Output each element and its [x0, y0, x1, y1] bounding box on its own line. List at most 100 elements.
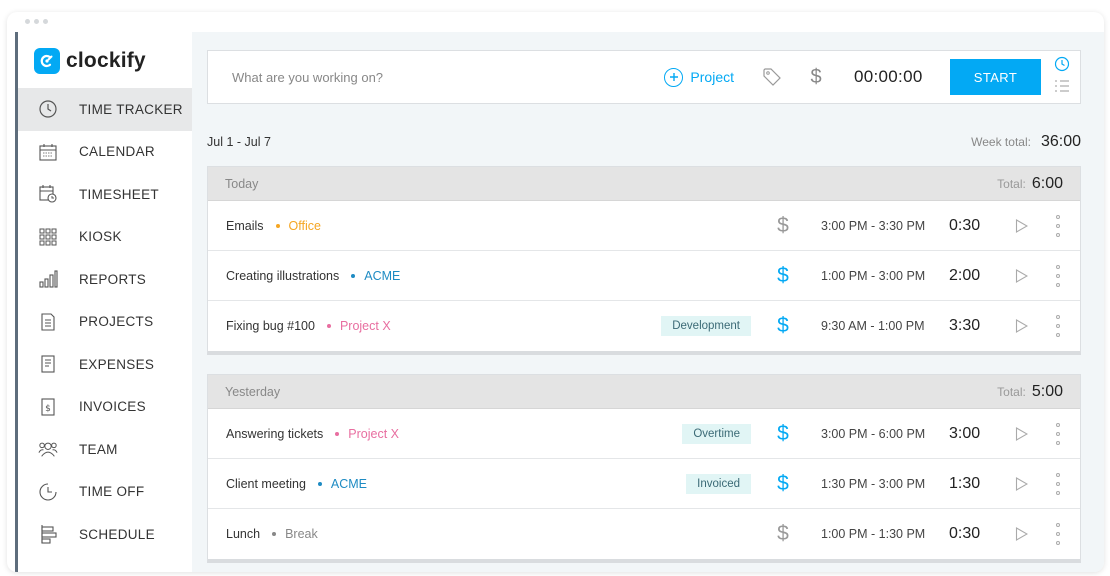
more-options-icon[interactable]: [1053, 523, 1063, 545]
entry-time-range[interactable]: 1:00 PM - 3:00 PM: [821, 269, 925, 283]
more-options-icon[interactable]: [1053, 422, 1063, 445]
entry-project[interactable]: Break: [272, 527, 318, 541]
window-dot[interactable]: [34, 19, 39, 24]
sidebar-item-projects[interactable]: PROJECTS: [18, 301, 192, 344]
sidebar-item-label: SCHEDULE: [79, 526, 155, 542]
billable-dollar-icon[interactable]: $: [775, 472, 791, 496]
more-options-icon[interactable]: [1053, 264, 1063, 287]
sidebar-item-time-off[interactable]: TIME OFF: [18, 471, 192, 514]
day-total: Total: 5:00: [997, 383, 1063, 401]
start-button[interactable]: START: [950, 59, 1041, 95]
entry-project[interactable]: Project X: [326, 319, 391, 333]
entry-project[interactable]: ACME: [351, 269, 400, 283]
continue-play-icon[interactable]: [1014, 476, 1028, 491]
time-entry-row[interactable]: Answering tickets Project X Overtime $ 3…: [208, 409, 1080, 459]
entry-description[interactable]: Client meeting: [226, 477, 306, 491]
tag-icon[interactable]: [760, 65, 784, 89]
continue-play-icon[interactable]: [1014, 268, 1028, 283]
sidebar-item-schedule[interactable]: SCHEDULE: [18, 513, 192, 556]
app-name: clockify: [66, 49, 146, 72]
day-group-today: Today Total: 6:00 Emails Office $ 3:00 P…: [207, 166, 1081, 355]
billable-dollar-icon[interactable]: $: [775, 264, 791, 288]
billable-dollar-icon[interactable]: $: [775, 214, 791, 238]
entry-description[interactable]: Answering tickets: [226, 427, 323, 441]
entry-description[interactable]: Lunch: [226, 527, 260, 541]
description-input[interactable]: [208, 51, 665, 103]
entry-time-range[interactable]: 1:30 PM - 3:00 PM: [821, 477, 925, 491]
project-name: ACME: [364, 268, 401, 283]
bar-chart-icon: [38, 269, 58, 289]
time-entry-row[interactable]: Fixing bug #100 Project X Development $ …: [208, 301, 1080, 351]
project-color-dot: [275, 223, 280, 228]
sidebar-item-time-tracker[interactable]: TIME TRACKER: [18, 88, 192, 131]
day-total: Total: 6:00: [997, 175, 1063, 193]
team-icon: [38, 439, 58, 459]
clock-icon: [38, 99, 58, 119]
entry-description[interactable]: Creating illustrations: [226, 269, 339, 283]
sidebar-item-calendar[interactable]: CALENDAR: [18, 131, 192, 174]
day-label: Yesterday: [225, 384, 281, 399]
continue-play-icon[interactable]: [1014, 218, 1028, 233]
billable-dollar-icon[interactable]: $: [804, 65, 828, 89]
sidebar-item-label: INVOICES: [79, 399, 146, 415]
project-name: Office: [288, 218, 321, 233]
logo[interactable]: clockify: [34, 48, 146, 74]
entry-duration[interactable]: 0:30: [949, 525, 980, 543]
tag-badge[interactable]: Invoiced: [686, 473, 751, 494]
sidebar-item-kiosk[interactable]: KIOSK: [18, 216, 192, 259]
time-entry-row[interactable]: Client meeting ACME Invoiced $ 1:30 PM -…: [208, 459, 1080, 509]
timesheet-icon: [38, 184, 58, 204]
billable-dollar-icon[interactable]: $: [775, 422, 791, 446]
project-picker-button[interactable]: Project: [664, 67, 734, 87]
document-icon: [38, 312, 58, 332]
more-options-icon[interactable]: [1053, 214, 1063, 237]
window-dot[interactable]: [25, 19, 30, 24]
entry-duration[interactable]: 2:00: [949, 267, 980, 285]
sidebar-item-label: TIMESHEET: [79, 186, 159, 202]
continue-play-icon[interactable]: [1014, 527, 1028, 541]
week-total: Week total: 36:00: [971, 133, 1081, 151]
entry-time-range[interactable]: 1:00 PM - 1:30 PM: [821, 527, 925, 541]
billable-dollar-icon[interactable]: $: [775, 522, 791, 546]
day-header: Yesterday Total: 5:00: [208, 375, 1080, 409]
sidebar-item-invoices[interactable]: $ INVOICES: [18, 386, 192, 429]
entry-time-range[interactable]: 3:00 PM - 6:00 PM: [821, 427, 925, 441]
entry-duration[interactable]: 3:00: [949, 425, 980, 443]
entry-duration[interactable]: 0:30: [949, 217, 980, 235]
clockify-logo-icon: [34, 48, 60, 74]
entry-duration[interactable]: 3:30: [949, 317, 980, 335]
entry-duration[interactable]: 1:30: [949, 475, 980, 493]
sidebar-item-label: CALENDAR: [79, 144, 155, 160]
time-tracker-bar: Project $ 00:00:00 START: [207, 50, 1081, 104]
sidebar-item-expenses[interactable]: EXPENSES: [18, 343, 192, 386]
project-name: Break: [285, 527, 318, 541]
more-options-icon[interactable]: [1053, 472, 1063, 495]
continue-play-icon[interactable]: [1014, 319, 1028, 333]
entry-description[interactable]: Fixing bug #100: [226, 319, 315, 333]
sidebar-item-timesheet[interactable]: TIMESHEET: [18, 173, 192, 216]
entry-time-range[interactable]: 3:00 PM - 3:30 PM: [821, 219, 925, 233]
time-entry-row[interactable]: Lunch Break $ 1:00 PM - 1:30 PM 0:30: [208, 509, 1080, 559]
tag-badge[interactable]: Development: [661, 316, 751, 336]
continue-play-icon[interactable]: [1014, 426, 1028, 441]
sidebar-item-reports[interactable]: REPORTS: [18, 258, 192, 301]
timer-display: 00:00:00: [854, 67, 923, 86]
window-dot[interactable]: [43, 19, 48, 24]
sidebar-item-team[interactable]: TEAM: [18, 428, 192, 471]
entry-description[interactable]: Emails: [226, 219, 264, 233]
day-label: Today: [225, 176, 259, 191]
entry-time-range[interactable]: 9:30 AM - 1:00 PM: [821, 319, 925, 333]
billable-dollar-icon[interactable]: $: [775, 314, 791, 338]
tag-badge[interactable]: Overtime: [682, 423, 751, 444]
time-entry-row[interactable]: Emails Office $ 3:00 PM - 3:30 PM 0:30: [208, 201, 1080, 251]
day-total-value: 5:00: [1031, 382, 1063, 400]
entry-project[interactable]: Project X: [335, 427, 399, 441]
tracker-mode-toggle[interactable]: [1050, 56, 1074, 98]
more-options-icon[interactable]: [1053, 315, 1063, 337]
entry-project[interactable]: Office: [275, 218, 321, 233]
svg-text:$: $: [45, 404, 51, 414]
time-entry-row[interactable]: Creating illustrations ACME $ 1:00 PM - …: [208, 251, 1080, 301]
manual-mode-list-icon[interactable]: [1054, 79, 1070, 98]
entry-project[interactable]: ACME: [317, 477, 367, 491]
timer-mode-clock-icon[interactable]: [1054, 56, 1070, 77]
